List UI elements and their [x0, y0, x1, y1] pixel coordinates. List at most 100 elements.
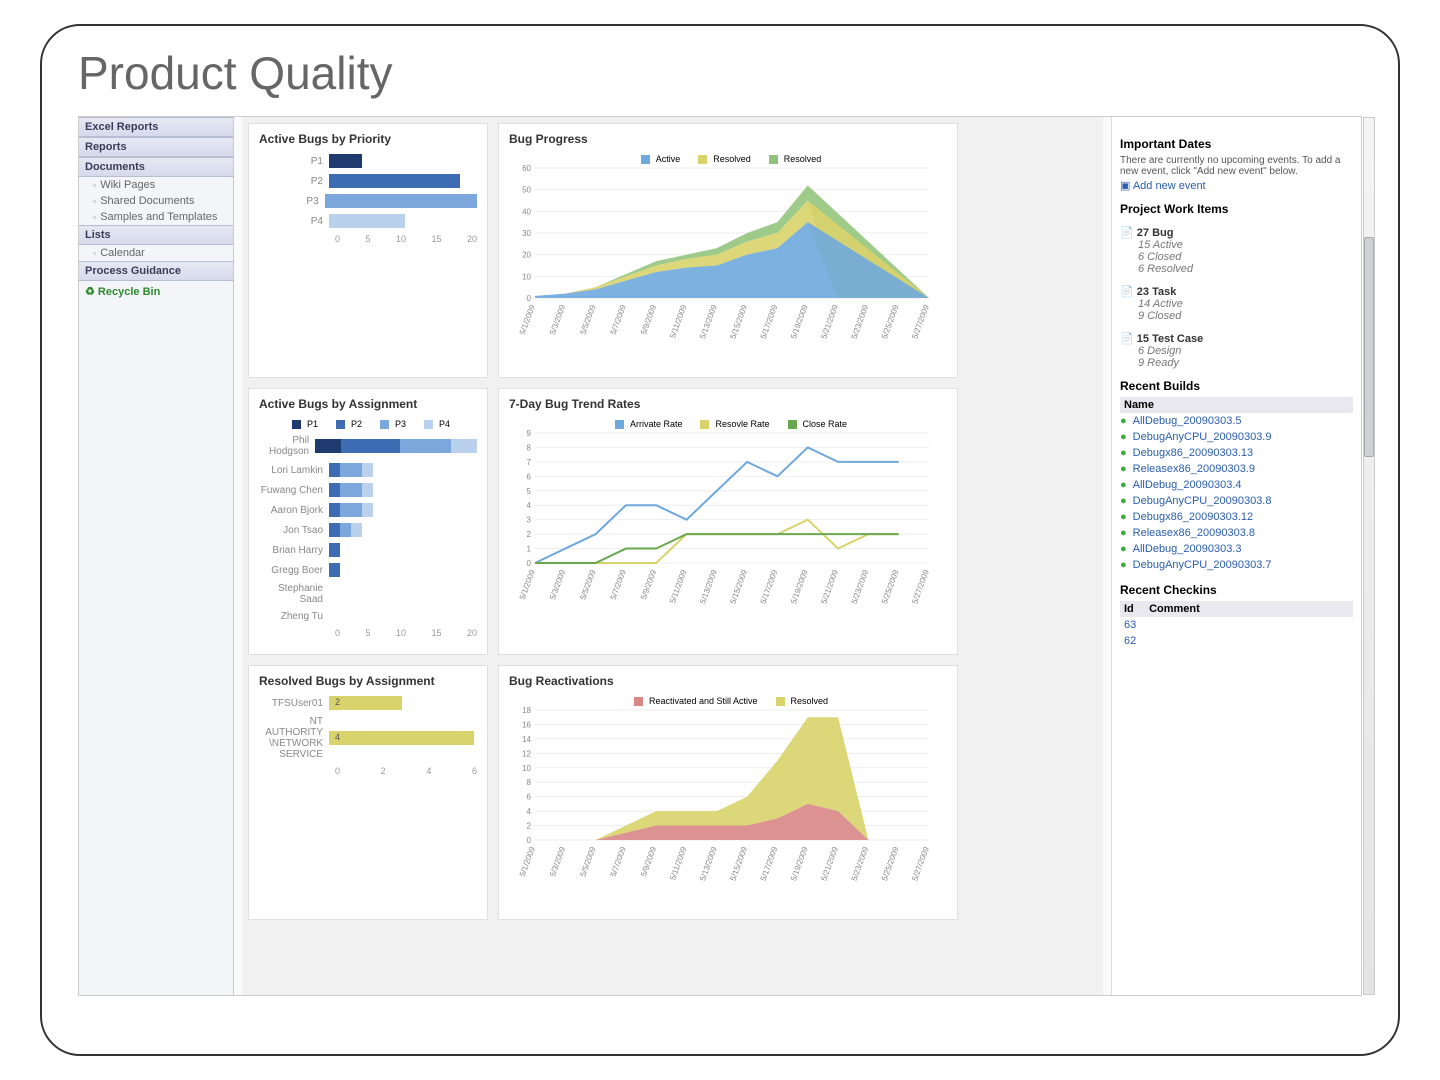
- svg-text:9: 9: [527, 429, 532, 438]
- build-link[interactable]: DebugAnyCPU_20090303.8: [1120, 493, 1353, 509]
- svg-text:5/7/2009: 5/7/2009: [609, 303, 628, 336]
- bar-row: Zheng Tu: [259, 611, 477, 622]
- svg-text:10: 10: [522, 272, 531, 281]
- panel-title: Bug Progress: [509, 132, 947, 146]
- svg-text:5/25/2009: 5/25/2009: [880, 303, 901, 340]
- panel-active-bugs-priority: Active Bugs by PriorityP1P2P3P405101520: [248, 123, 488, 378]
- checkins-column-header: Id Comment: [1120, 601, 1353, 617]
- panel-title: Bug Reactivations: [509, 674, 947, 688]
- svg-text:8: 8: [527, 444, 532, 453]
- bar-row: Gregg Boer: [259, 563, 477, 577]
- bar-row: P3: [259, 194, 477, 208]
- add-new-event-link[interactable]: ▣ Add new event: [1120, 179, 1206, 192]
- panel-bug-progress: Bug ProgressActiveResolvedResolved010203…: [498, 123, 958, 378]
- svg-text:5/1/2009: 5/1/2009: [518, 303, 537, 336]
- build-link[interactable]: DebugAnyCPU_20090303.7: [1120, 557, 1353, 573]
- checkin-link[interactable]: 62: [1120, 633, 1353, 649]
- sidebar-section-process-guidance[interactable]: Process Guidance: [79, 261, 233, 281]
- recycle-bin[interactable]: Recycle Bin: [79, 281, 233, 302]
- svg-text:3: 3: [527, 516, 532, 525]
- bar-row: P4: [259, 214, 477, 228]
- bar-row: Fuwang Chen: [259, 483, 477, 497]
- svg-text:5: 5: [527, 487, 532, 496]
- bar-row: NT AUTHORITY \NETWORK SERVICE4: [259, 716, 477, 760]
- bar-row: Lori Lamkin: [259, 463, 477, 477]
- svg-text:5/1/2009: 5/1/2009: [518, 845, 537, 878]
- svg-text:5/1/2009: 5/1/2009: [518, 568, 537, 601]
- svg-text:5/13/2009: 5/13/2009: [698, 845, 719, 882]
- important-dates-heading: Important Dates: [1120, 137, 1353, 151]
- work-item-task[interactable]: 📄 23 Task14 Active9 Closed: [1120, 285, 1353, 322]
- panel-resolved-bugs-assignment: Resolved Bugs by AssignmentTFSUser012NT …: [248, 665, 488, 920]
- sidebar-section-excel-reports[interactable]: Excel Reports: [79, 117, 233, 137]
- svg-text:5/11/2009: 5/11/2009: [668, 568, 689, 604]
- svg-text:5/19/2009: 5/19/2009: [789, 303, 810, 340]
- sidebar-item-wiki-pages[interactable]: Wiki Pages: [79, 177, 233, 193]
- svg-text:50: 50: [522, 186, 531, 195]
- svg-text:5/5/2009: 5/5/2009: [578, 845, 597, 878]
- bar-row: Brian Harry: [259, 543, 477, 557]
- svg-text:60: 60: [522, 164, 531, 173]
- svg-text:5/11/2009: 5/11/2009: [668, 845, 689, 881]
- svg-text:7: 7: [527, 458, 532, 467]
- bar-row: Jon Tsao: [259, 523, 477, 537]
- sidebar-section-lists[interactable]: Lists: [79, 225, 233, 245]
- svg-text:5/7/2009: 5/7/2009: [609, 568, 628, 601]
- svg-text:5/11/2009: 5/11/2009: [668, 303, 689, 339]
- svg-text:4: 4: [527, 501, 532, 510]
- sidebar-section-documents[interactable]: Documents: [79, 157, 233, 177]
- main-grid: Active Bugs by PriorityP1P2P3P405101520 B…: [242, 117, 1103, 995]
- svg-text:5/15/2009: 5/15/2009: [728, 845, 749, 882]
- panel-title: 7-Day Bug Trend Rates: [509, 397, 947, 411]
- scrollbar-thumb[interactable]: [1364, 237, 1374, 457]
- panel-bug-trend: 7-Day Bug Trend RatesArrivate RateResovl…: [498, 388, 958, 655]
- svg-text:5/9/2009: 5/9/2009: [639, 568, 658, 601]
- svg-text:14: 14: [522, 735, 531, 744]
- sidebar-section-reports[interactable]: Reports: [79, 137, 233, 157]
- build-link[interactable]: Releasex86_20090303.8: [1120, 525, 1353, 541]
- svg-text:2: 2: [527, 530, 532, 539]
- recent-builds-heading: Recent Builds: [1120, 379, 1353, 393]
- sidebar-item-samples-and-templates[interactable]: Samples and Templates: [79, 209, 233, 225]
- bar-row: Aaron Bjork: [259, 503, 477, 517]
- svg-text:5/13/2009: 5/13/2009: [698, 568, 719, 605]
- build-link[interactable]: AllDebug_20090303.5: [1120, 413, 1353, 429]
- build-link[interactable]: Releasex86_20090303.9: [1120, 461, 1353, 477]
- svg-text:0: 0: [527, 836, 532, 845]
- svg-text:0: 0: [527, 294, 532, 303]
- svg-text:20: 20: [522, 251, 531, 260]
- build-link[interactable]: Debugx86_20090303.12: [1120, 509, 1353, 525]
- svg-text:10: 10: [522, 764, 531, 773]
- svg-text:0: 0: [527, 559, 532, 568]
- build-link[interactable]: Debugx86_20090303.13: [1120, 445, 1353, 461]
- svg-text:5/3/2009: 5/3/2009: [548, 568, 567, 601]
- svg-text:5/5/2009: 5/5/2009: [578, 568, 597, 601]
- bar-row: Stephanie Saad: [259, 583, 477, 605]
- svg-text:5/5/2009: 5/5/2009: [578, 303, 597, 336]
- svg-text:5/27/2009: 5/27/2009: [910, 568, 931, 605]
- project-work-items-heading: Project Work Items: [1120, 202, 1353, 216]
- work-item-bug[interactable]: 📄 27 Bug15 Active6 Closed6 Resolved: [1120, 226, 1353, 275]
- svg-text:5/15/2009: 5/15/2009: [728, 568, 749, 605]
- sidebar-item-shared-documents[interactable]: Shared Documents: [79, 193, 233, 209]
- svg-text:12: 12: [522, 750, 531, 759]
- builds-column-header: Name: [1120, 397, 1353, 413]
- bar-row: TFSUser012: [259, 696, 477, 710]
- svg-text:5/17/2009: 5/17/2009: [759, 303, 780, 340]
- svg-text:6: 6: [527, 793, 532, 802]
- svg-text:5/27/2009: 5/27/2009: [910, 303, 931, 340]
- checkin-link[interactable]: 63: [1120, 617, 1353, 633]
- build-link[interactable]: AllDebug_20090303.3: [1120, 541, 1353, 557]
- svg-text:5/3/2009: 5/3/2009: [548, 845, 567, 878]
- svg-text:5/13/2009: 5/13/2009: [698, 303, 719, 340]
- svg-text:18: 18: [522, 706, 531, 715]
- build-link[interactable]: DebugAnyCPU_20090303.9: [1120, 429, 1353, 445]
- svg-text:16: 16: [522, 721, 531, 730]
- build-link[interactable]: AllDebug_20090303.4: [1120, 477, 1353, 493]
- dashboard-app: Excel ReportsReportsDocumentsWiki PagesS…: [78, 116, 1362, 996]
- sidebar-item-calendar[interactable]: Calendar: [79, 245, 233, 261]
- svg-text:40: 40: [522, 207, 531, 216]
- svg-text:5/3/2009: 5/3/2009: [548, 303, 567, 336]
- work-item-test-case[interactable]: 📄 15 Test Case6 Design9 Ready: [1120, 332, 1353, 369]
- svg-text:5/7/2009: 5/7/2009: [609, 845, 628, 878]
